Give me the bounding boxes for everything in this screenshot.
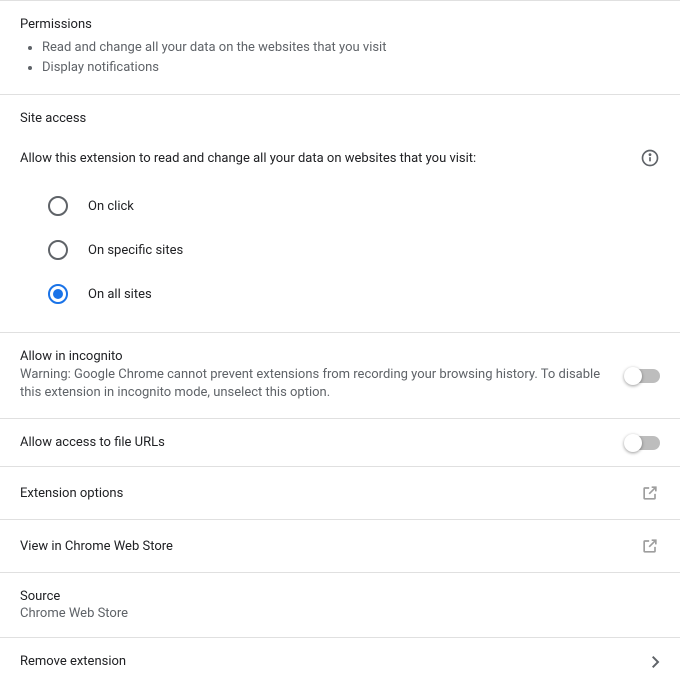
source-section: Source Chrome Web Store bbox=[0, 572, 680, 637]
file-urls-content: Allow access to file URLs bbox=[20, 435, 626, 450]
site-access-desc-row: Allow this extension to read and change … bbox=[20, 148, 660, 168]
incognito-title: Allow in incognito bbox=[20, 349, 610, 364]
extension-options-row[interactable]: Extension options bbox=[0, 466, 680, 519]
view-web-store-row[interactable]: View in Chrome Web Store bbox=[0, 519, 680, 572]
file-urls-toggle[interactable] bbox=[626, 436, 660, 450]
permission-item: Read and change all your data on the web… bbox=[42, 38, 660, 58]
radio-on-click[interactable]: On click bbox=[48, 184, 660, 228]
extension-options-label: Extension options bbox=[20, 486, 123, 501]
remove-extension-label: Remove extension bbox=[20, 654, 126, 669]
external-link-icon bbox=[640, 536, 660, 556]
site-access-description: Allow this extension to read and change … bbox=[20, 151, 476, 166]
chevron-right-icon bbox=[652, 656, 660, 668]
allow-incognito-row: Allow in incognito Warning: Google Chrom… bbox=[0, 332, 680, 418]
permissions-title: Permissions bbox=[20, 17, 660, 32]
site-access-section: Site access Allow this extension to read… bbox=[0, 94, 680, 332]
external-link-icon bbox=[640, 483, 660, 503]
radio-icon bbox=[48, 284, 68, 304]
info-icon[interactable] bbox=[640, 148, 660, 168]
web-store-label: View in Chrome Web Store bbox=[20, 539, 173, 554]
source-value: Chrome Web Store bbox=[20, 606, 660, 621]
site-access-radio-group: On click On specific sites On all sites bbox=[20, 176, 660, 320]
remove-extension-row[interactable]: Remove extension bbox=[0, 637, 680, 677]
site-access-title: Site access bbox=[20, 111, 660, 126]
radio-label: On specific sites bbox=[88, 243, 183, 258]
permission-item: Display notifications bbox=[42, 58, 660, 78]
source-label: Source bbox=[20, 589, 660, 604]
incognito-warning: Warning: Google Chrome cannot prevent ex… bbox=[20, 366, 610, 402]
allow-file-urls-row: Allow access to file URLs bbox=[0, 418, 680, 466]
file-urls-title: Allow access to file URLs bbox=[20, 435, 610, 450]
permissions-list: Read and change all your data on the web… bbox=[20, 38, 660, 78]
radio-label: On all sites bbox=[88, 287, 152, 302]
radio-label: On click bbox=[88, 199, 134, 214]
radio-icon bbox=[48, 240, 68, 260]
radio-icon bbox=[48, 196, 68, 216]
radio-on-specific-sites[interactable]: On specific sites bbox=[48, 228, 660, 272]
incognito-toggle[interactable] bbox=[626, 369, 660, 383]
permissions-section: Permissions Read and change all your dat… bbox=[0, 0, 680, 94]
radio-on-all-sites[interactable]: On all sites bbox=[48, 272, 660, 316]
incognito-content: Allow in incognito Warning: Google Chrom… bbox=[20, 349, 626, 402]
